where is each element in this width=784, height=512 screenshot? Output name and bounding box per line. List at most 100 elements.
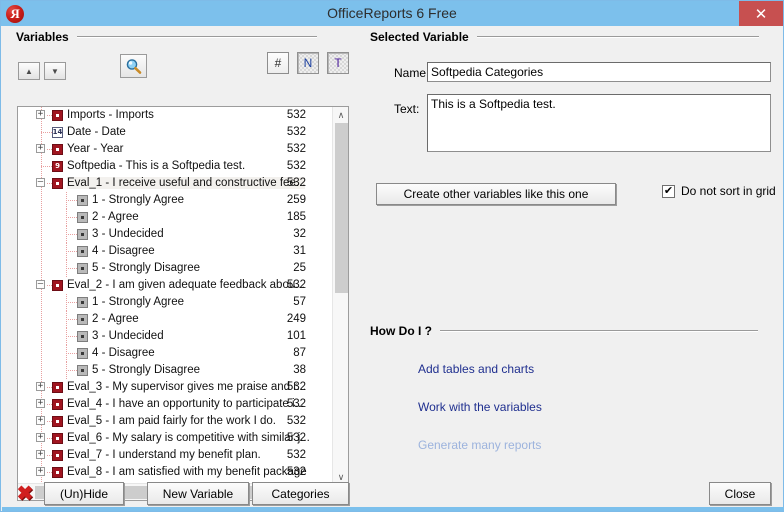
tree-item-label: 4 - Disagree	[92, 245, 155, 257]
window-bottom-accent	[2, 507, 784, 511]
magnifier-icon	[126, 58, 142, 74]
tree-vertical-scrollbar[interactable]: ∧ ∨	[332, 107, 348, 485]
new-variable-button[interactable]: New Variable	[147, 482, 249, 505]
tree-item[interactable]: 9 Softpedia - This is a Softpedia test. 53…	[18, 158, 333, 175]
filter-text-button[interactable]: T	[327, 52, 349, 74]
tree-item-label: 5 - Strongly Disagree	[92, 364, 201, 376]
tree-item-count: 532	[286, 398, 306, 410]
close-window-button[interactable]: ✕	[739, 1, 783, 26]
category-value-icon	[77, 314, 88, 325]
close-button[interactable]: Close	[709, 482, 771, 505]
tree-item[interactable]: – Eval_2 - I am given adequate feedback a…	[18, 277, 333, 294]
tree-item[interactable]: + Year - Year 532	[18, 141, 333, 158]
window-title: OfficeReports 6 Free	[327, 5, 457, 21]
how-link-work-with-the-variables[interactable]: Work with the variables	[418, 400, 542, 414]
tree-item[interactable]: – Eval_1 - I receive useful and construct…	[18, 175, 333, 192]
tree-item[interactable]: + Eval_7 - I understand my benefit plan. 5…	[18, 447, 333, 464]
tree-item[interactable]: 1 - Strongly Agree 57	[18, 294, 333, 311]
collapse-node-icon[interactable]: –	[36, 280, 45, 289]
tree-branch-line	[66, 353, 77, 354]
tree-item[interactable]: 4 - Disagree 87	[18, 345, 333, 362]
tree-item[interactable]: + Eval_6 - My salary is competitive with …	[18, 430, 333, 447]
how-link-add-tables-and-charts[interactable]: Add tables and charts	[418, 362, 534, 376]
variables-tree[interactable]: + Imports - Imports 532 14 Date - Date 532 + Ye…	[17, 106, 349, 501]
category-value-icon	[77, 229, 88, 240]
how-do-i-group-header: How Do I ?	[370, 324, 770, 338]
tree-branch-line	[66, 200, 77, 201]
text-input[interactable]	[427, 94, 771, 152]
expand-node-icon[interactable]: +	[36, 467, 45, 476]
numeric-variable-icon	[52, 450, 63, 461]
numeric-variable-icon	[52, 382, 63, 393]
tree-item-count: 38	[293, 364, 306, 376]
tree-item[interactable]: 5 - Strongly Disagree 25	[18, 260, 333, 277]
sort-descending-button[interactable]: ▼	[44, 62, 66, 80]
expand-node-icon[interactable]: +	[36, 450, 45, 459]
tree-item[interactable]: + Eval_8 - I am satisfied with my benefit…	[18, 464, 333, 481]
create-other-variables-button[interactable]: Create other variables like this one	[376, 183, 616, 205]
expand-node-icon[interactable]: +	[36, 433, 45, 442]
tree-item[interactable]: 2 - Agree 249	[18, 311, 333, 328]
tree-item-count: 87	[293, 347, 306, 359]
numeric-variable-icon	[52, 416, 63, 427]
categories-button[interactable]: Categories	[252, 482, 349, 505]
variables-group-header: Variables	[16, 30, 349, 44]
search-button[interactable]	[120, 54, 147, 78]
how-link-generate-many-reports: Generate many reports	[418, 438, 542, 452]
tree-item-label: 5 - Strongly Disagree	[92, 262, 201, 274]
tree-item[interactable]: + Eval_4 - I have an opportunity to parti…	[18, 396, 333, 413]
tree-item-label: Imports - Imports	[67, 109, 154, 121]
tree-item[interactable]: 5 - Strongly Disagree 38	[18, 362, 333, 379]
tree-child-line	[66, 243, 67, 260]
tree-item[interactable]: 1 - Strongly Agree 259	[18, 192, 333, 209]
tree-child-line	[66, 345, 67, 362]
expand-node-icon[interactable]: +	[36, 399, 45, 408]
sort-ascending-button[interactable]: ▲	[18, 62, 40, 80]
tree-item-label: 4 - Disagree	[92, 347, 155, 359]
expand-node-icon[interactable]: +	[36, 144, 45, 153]
expand-node-icon[interactable]: +	[36, 382, 45, 391]
vertical-scroll-thumb[interactable]	[335, 123, 348, 293]
filter-numeric-button[interactable]: #	[267, 52, 289, 74]
collapse-node-icon[interactable]: –	[36, 178, 45, 187]
tree-item[interactable]: 3 - Undecided 101	[18, 328, 333, 345]
tree-item[interactable]: 14 Date - Date 532	[18, 124, 333, 141]
tree-item-count: 532	[286, 432, 306, 444]
tree-child-line	[66, 328, 67, 345]
unhide-button[interactable]: (Un)Hide	[44, 482, 124, 505]
do-not-sort-in-grid-checkbox[interactable]: ✔ Do not sort in grid	[662, 184, 776, 198]
expand-node-icon[interactable]: +	[36, 416, 45, 425]
group-divider-rule	[76, 36, 317, 38]
tree-branch-line	[66, 234, 77, 235]
tree-item[interactable]: 3 - Undecided 32	[18, 226, 333, 243]
tree-branch-line	[66, 336, 77, 337]
tree-item[interactable]: 4 - Disagree 31	[18, 243, 333, 260]
category-value-icon	[77, 331, 88, 342]
tree-child-line	[66, 362, 67, 379]
do-not-sort-in-grid-label: Do not sort in grid	[681, 184, 776, 198]
tree-item[interactable]: + Imports - Imports 532	[18, 107, 333, 124]
tree-item-count: 532	[286, 415, 306, 427]
name-field-label: Name:	[394, 66, 430, 80]
tree-item-count: 532	[286, 279, 306, 291]
tree-item-label: Softpedia - This is a Softpedia test.	[67, 160, 246, 172]
tree-branch-line	[66, 370, 77, 371]
tree-child-line	[66, 209, 67, 226]
tree-item-label: 3 - Undecided	[92, 330, 164, 342]
tree-item[interactable]: 2 - Agree 185	[18, 209, 333, 226]
tree-branch-line	[66, 302, 77, 303]
expand-node-icon[interactable]: +	[36, 110, 45, 119]
name-input[interactable]	[427, 62, 771, 82]
tree-item-count: 185	[286, 211, 306, 223]
tree-item-count: 532	[286, 160, 306, 172]
filter-name-button[interactable]: N	[297, 52, 319, 74]
scroll-up-arrow-icon[interactable]: ∧	[333, 107, 348, 123]
client-area: Variables ▲ ▼ # N T + Imports - Imports 53…	[2, 26, 782, 511]
numeric-variable-icon	[52, 467, 63, 478]
tree-item[interactable]: + Eval_3 - My supervisor gives me praise …	[18, 379, 333, 396]
numeric-variable-icon	[52, 280, 63, 291]
delete-x-icon[interactable]: ✖	[14, 483, 36, 505]
tree-item-count: 532	[286, 126, 306, 138]
tree-item[interactable]: + Eval_5 - I am paid fairly for the work …	[18, 413, 333, 430]
tree-branch-line	[66, 251, 77, 252]
